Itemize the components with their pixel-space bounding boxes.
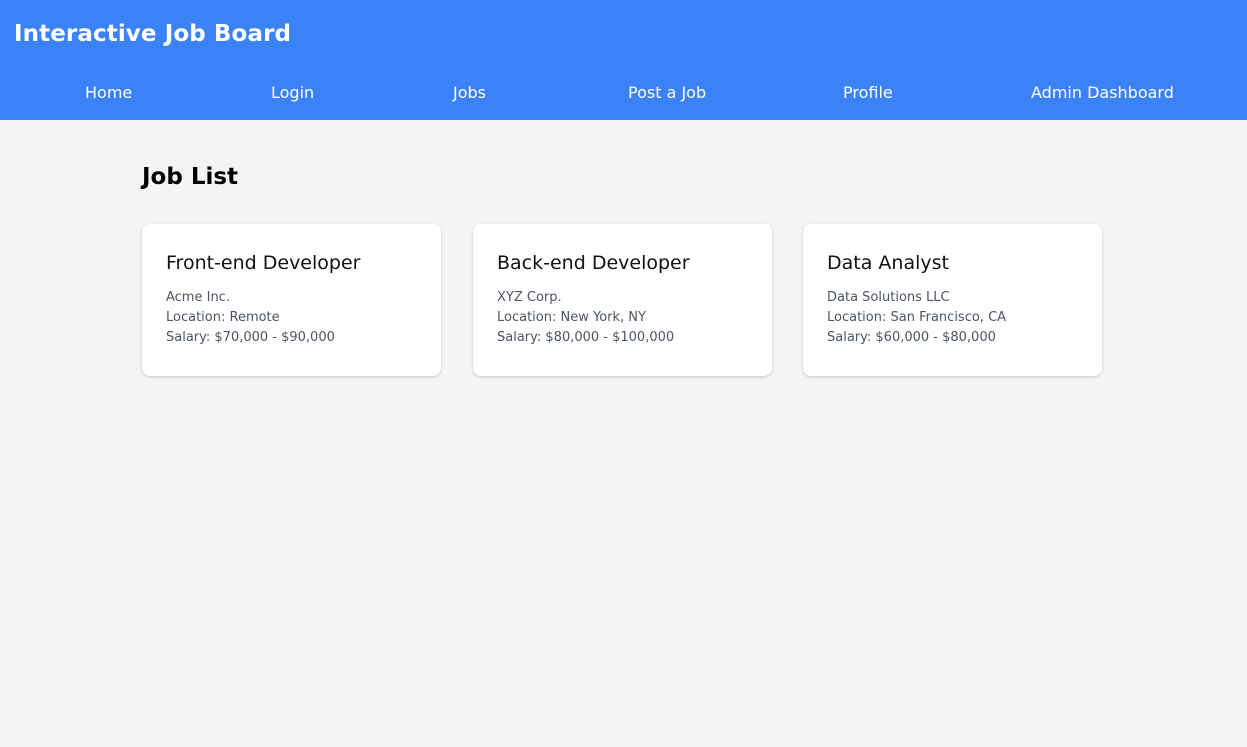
job-company: Data Solutions LLC <box>827 290 950 305</box>
nav-home-link[interactable]: Home <box>85 80 132 106</box>
nav-profile-link[interactable]: Profile <box>843 80 893 106</box>
nav-jobs-link[interactable]: Jobs <box>453 80 486 106</box>
job-details: Data Solutions LLC Location: San Francis… <box>827 288 1078 348</box>
job-title: Back-end Developer <box>497 252 690 274</box>
job-company: Acme Inc. <box>166 290 230 305</box>
job-card-front-end-developer[interactable]: Front-end Developer Acme Inc. Location: … <box>142 224 441 376</box>
page-title: Job List <box>142 164 239 190</box>
job-details: XYZ Corp. Location: New York, NY Salary:… <box>497 288 748 348</box>
job-card-back-end-developer[interactable]: Back-end Developer XYZ Corp. Location: N… <box>473 224 772 376</box>
top-header: Interactive Job Board Home Login Jobs Po… <box>0 0 1247 120</box>
app-title: Interactive Job Board <box>14 21 292 47</box>
job-location: Location: Remote <box>166 310 280 325</box>
job-details: Acme Inc. Location: Remote Salary: $70,0… <box>166 288 417 348</box>
main-nav: Home Login Jobs Post a Job Profile Admin… <box>0 80 1247 106</box>
job-salary: Salary: $80,000 - $100,000 <box>497 330 675 345</box>
job-location: Location: San Francisco, CA <box>827 310 1007 325</box>
job-card-data-analyst[interactable]: Data Analyst Data Solutions LLC Location… <box>803 224 1102 376</box>
main-content: Job List Front-end Developer Acme Inc. L… <box>142 162 1102 376</box>
job-card-list: Front-end Developer Acme Inc. Location: … <box>142 224 1102 376</box>
job-title: Data Analyst <box>827 252 949 274</box>
nav-admin-dashboard-link[interactable]: Admin Dashboard <box>1031 80 1174 106</box>
job-location: Location: New York, NY <box>497 310 646 325</box>
nav-post-job-link[interactable]: Post a Job <box>628 80 706 106</box>
nav-login-link[interactable]: Login <box>271 80 314 106</box>
job-company: XYZ Corp. <box>497 290 562 305</box>
job-salary: Salary: $60,000 - $80,000 <box>827 330 996 345</box>
job-title: Front-end Developer <box>166 252 361 274</box>
job-salary: Salary: $70,000 - $90,000 <box>166 330 335 345</box>
